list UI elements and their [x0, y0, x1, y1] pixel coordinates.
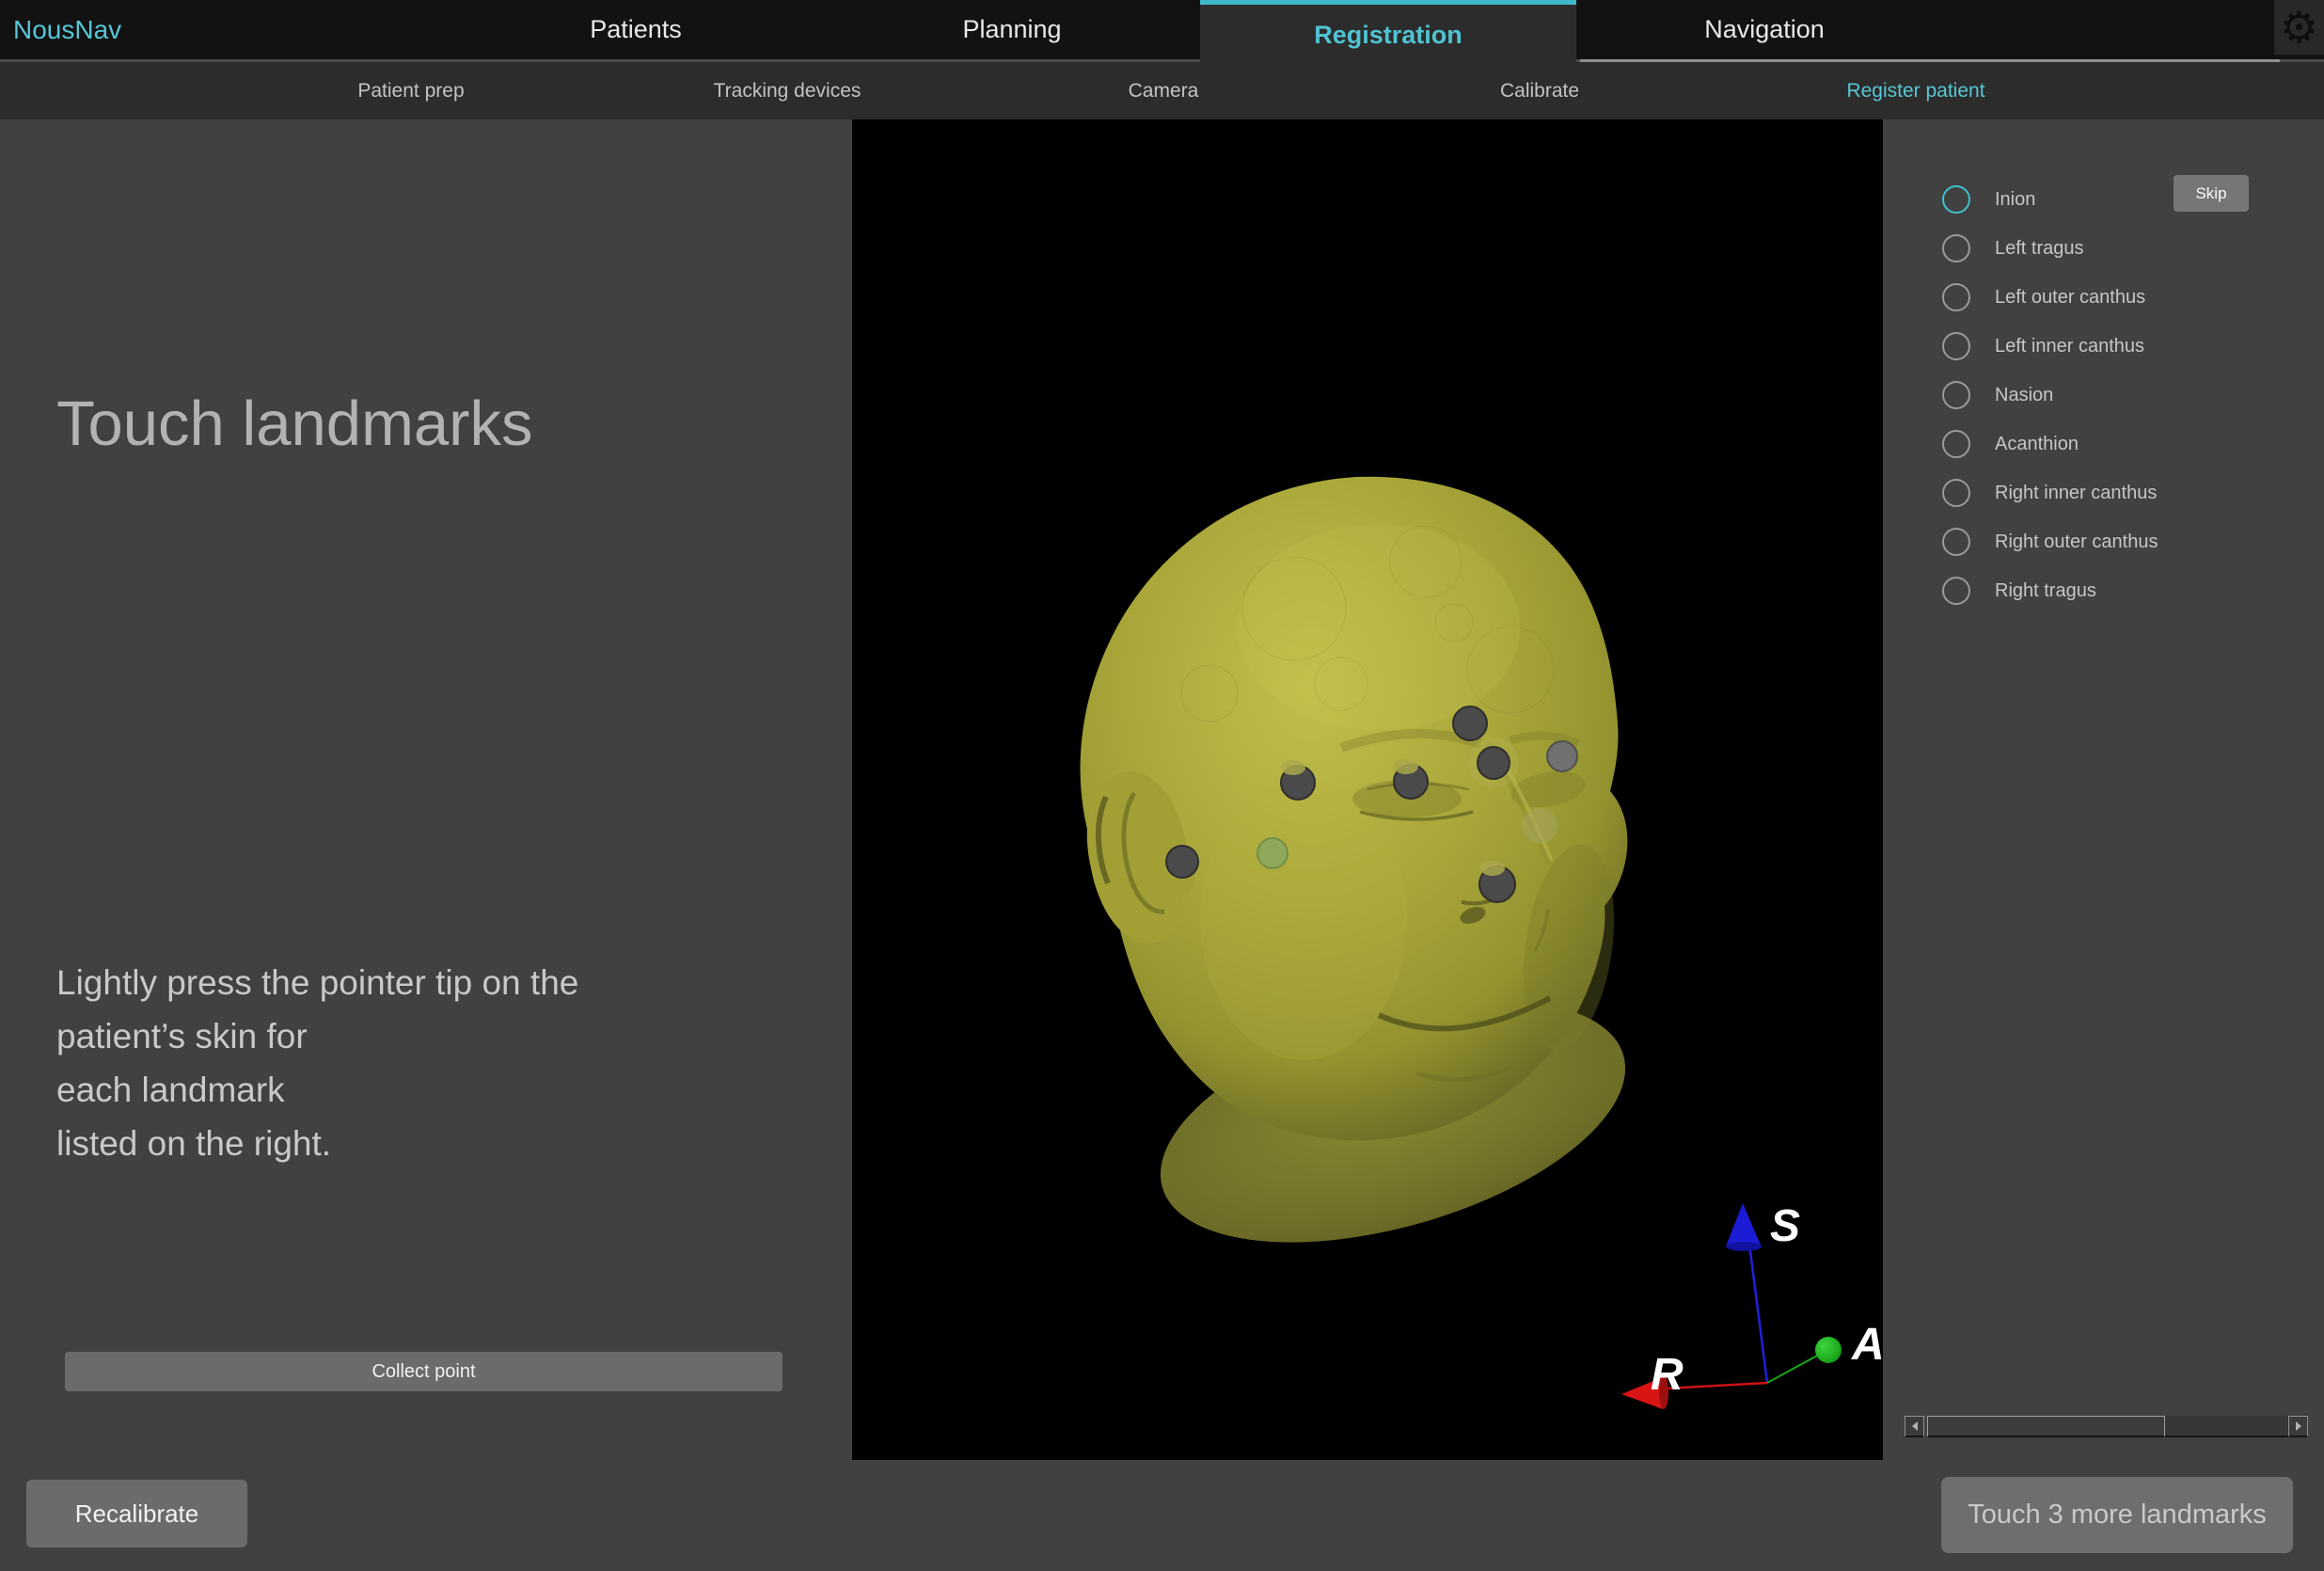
instruction-text: Lightly press the pointer tip on the pat… [56, 956, 578, 1170]
instruction-line: each landmark [56, 1063, 578, 1117]
3d-viewport[interactable]: S A R [852, 119, 1883, 1460]
landmark-radio-icon[interactable] [1942, 283, 1970, 311]
head-landmark-dot [1257, 838, 1288, 868]
landmark-list: Inion Left tragus Left outer canthus Left i… [1942, 175, 2158, 615]
settings-button[interactable]: ⚙ [2274, 0, 2324, 55]
landmark-dot-cap [1394, 759, 1418, 774]
landmark-label: Right outer canthus [1995, 532, 2158, 553]
landmark-label: Inion [1995, 189, 2035, 211]
scrollbar-track[interactable] [2165, 1416, 2288, 1437]
landmark-item-left-outer-canthus[interactable]: Left outer canthus [1942, 273, 2158, 322]
scroll-left-button[interactable] [1905, 1416, 1924, 1437]
scroll-left-arrow-icon [1912, 1421, 1918, 1431]
landmark-dot-cap [1480, 861, 1505, 876]
landmark-dot-cap [1281, 760, 1305, 775]
collect-point-button[interactable]: Collect point [65, 1352, 783, 1391]
landmark-label: Left outer canthus [1995, 287, 2145, 309]
landmark-radio-icon[interactable] [1942, 381, 1970, 409]
main-tab-bar: PatientsPlanningRegistrationNavigation [448, 0, 1952, 59]
landmark-label: Acanthion [1995, 434, 2079, 455]
step-register-patient[interactable]: Register patient [1728, 62, 2104, 119]
landmark-item-left-tragus[interactable]: Left tragus [1942, 224, 2158, 273]
landmark-label: Left inner canthus [1995, 336, 2144, 357]
head-landmark-dot [1166, 846, 1198, 878]
app-logo: NousNav [13, 0, 121, 59]
landmark-item-left-inner-canthus[interactable]: Left inner canthus [1942, 322, 2158, 371]
landmark-item-right-inner-canthus[interactable]: Right inner canthus [1942, 468, 2158, 517]
step-camera[interactable]: Camera [975, 62, 1352, 119]
landmark-item-inion[interactable]: Inion [1942, 175, 2158, 224]
landmark-radio-icon[interactable] [1942, 185, 1970, 214]
scroll-right-button[interactable] [2288, 1416, 2308, 1437]
tab-navigation[interactable]: Navigation [1576, 0, 1952, 59]
landmark-item-nasion[interactable]: Nasion [1942, 371, 2158, 420]
orientation-axes: S A R [1621, 1201, 1883, 1409]
instruction-line: patient’s skin for [56, 1009, 578, 1063]
landmark-radio-icon[interactable] [1942, 332, 1970, 360]
head-landmark-dot [1478, 747, 1510, 779]
head-landmark-dot [1522, 808, 1557, 844]
tab-planning[interactable]: Planning [824, 0, 1200, 59]
scrollbar-thumb[interactable] [1927, 1416, 2165, 1437]
nousnav-window: NousNav PatientsPlanningRegistrationNavi… [0, 0, 2324, 1571]
landmark-radio-icon[interactable] [1942, 577, 1970, 605]
landmark-label: Left tragus [1995, 238, 2084, 260]
landmark-label: Nasion [1995, 385, 2053, 406]
landmark-radio-icon[interactable] [1942, 528, 1970, 556]
instruction-line: Lightly press the pointer tip on the [56, 956, 578, 1009]
tab-patients[interactable]: Patients [448, 0, 824, 59]
gear-icon: ⚙ [2280, 6, 2318, 49]
landmark-item-right-outer-canthus[interactable]: Right outer canthus [1942, 517, 2158, 566]
page-title: Touch landmarks [56, 388, 532, 460]
landmark-item-acanthion[interactable]: Acanthion [1942, 420, 2158, 468]
head-landmark-dot [1547, 741, 1577, 771]
topbar-separator-highlight [1580, 59, 2280, 62]
tab-registration[interactable]: Registration [1200, 0, 1576, 66]
landmark-radio-icon[interactable] [1942, 430, 1970, 458]
head-landmark-dot [1453, 706, 1487, 740]
horizontal-scrollbar [1905, 1416, 2308, 1437]
step-patient-prep[interactable]: Patient prep [223, 62, 599, 119]
axis-s-cone [1726, 1203, 1762, 1247]
landmark-radio-icon[interactable] [1942, 479, 1970, 507]
skip-button[interactable]: Skip [2174, 175, 2249, 212]
registration-step-bar: Patient prepTracking devicesCameraCalibr… [0, 62, 2324, 119]
axis-label-r: R [1651, 1350, 1684, 1400]
axis-label-a: A [1851, 1320, 1883, 1370]
step-calibrate[interactable]: Calibrate [1352, 62, 1728, 119]
axis-label-s: S [1770, 1201, 1800, 1251]
head-model-render: S A R [852, 119, 1883, 1460]
touch-landmarks-progress-button[interactable]: Touch 3 more landmarks [1941, 1477, 2293, 1553]
instruction-line: listed on the right. [56, 1117, 578, 1170]
axis-a-sphere [1815, 1337, 1842, 1363]
recalibrate-button[interactable]: Recalibrate [26, 1480, 247, 1547]
landmark-label: Right inner canthus [1995, 483, 2157, 504]
step-tracking-devices[interactable]: Tracking devices [599, 62, 975, 119]
landmark-label: Right tragus [1995, 580, 2096, 602]
landmark-item-right-tragus[interactable]: Right tragus [1942, 566, 2158, 615]
landmark-radio-icon[interactable] [1942, 234, 1970, 262]
scroll-right-arrow-icon [2296, 1421, 2301, 1431]
